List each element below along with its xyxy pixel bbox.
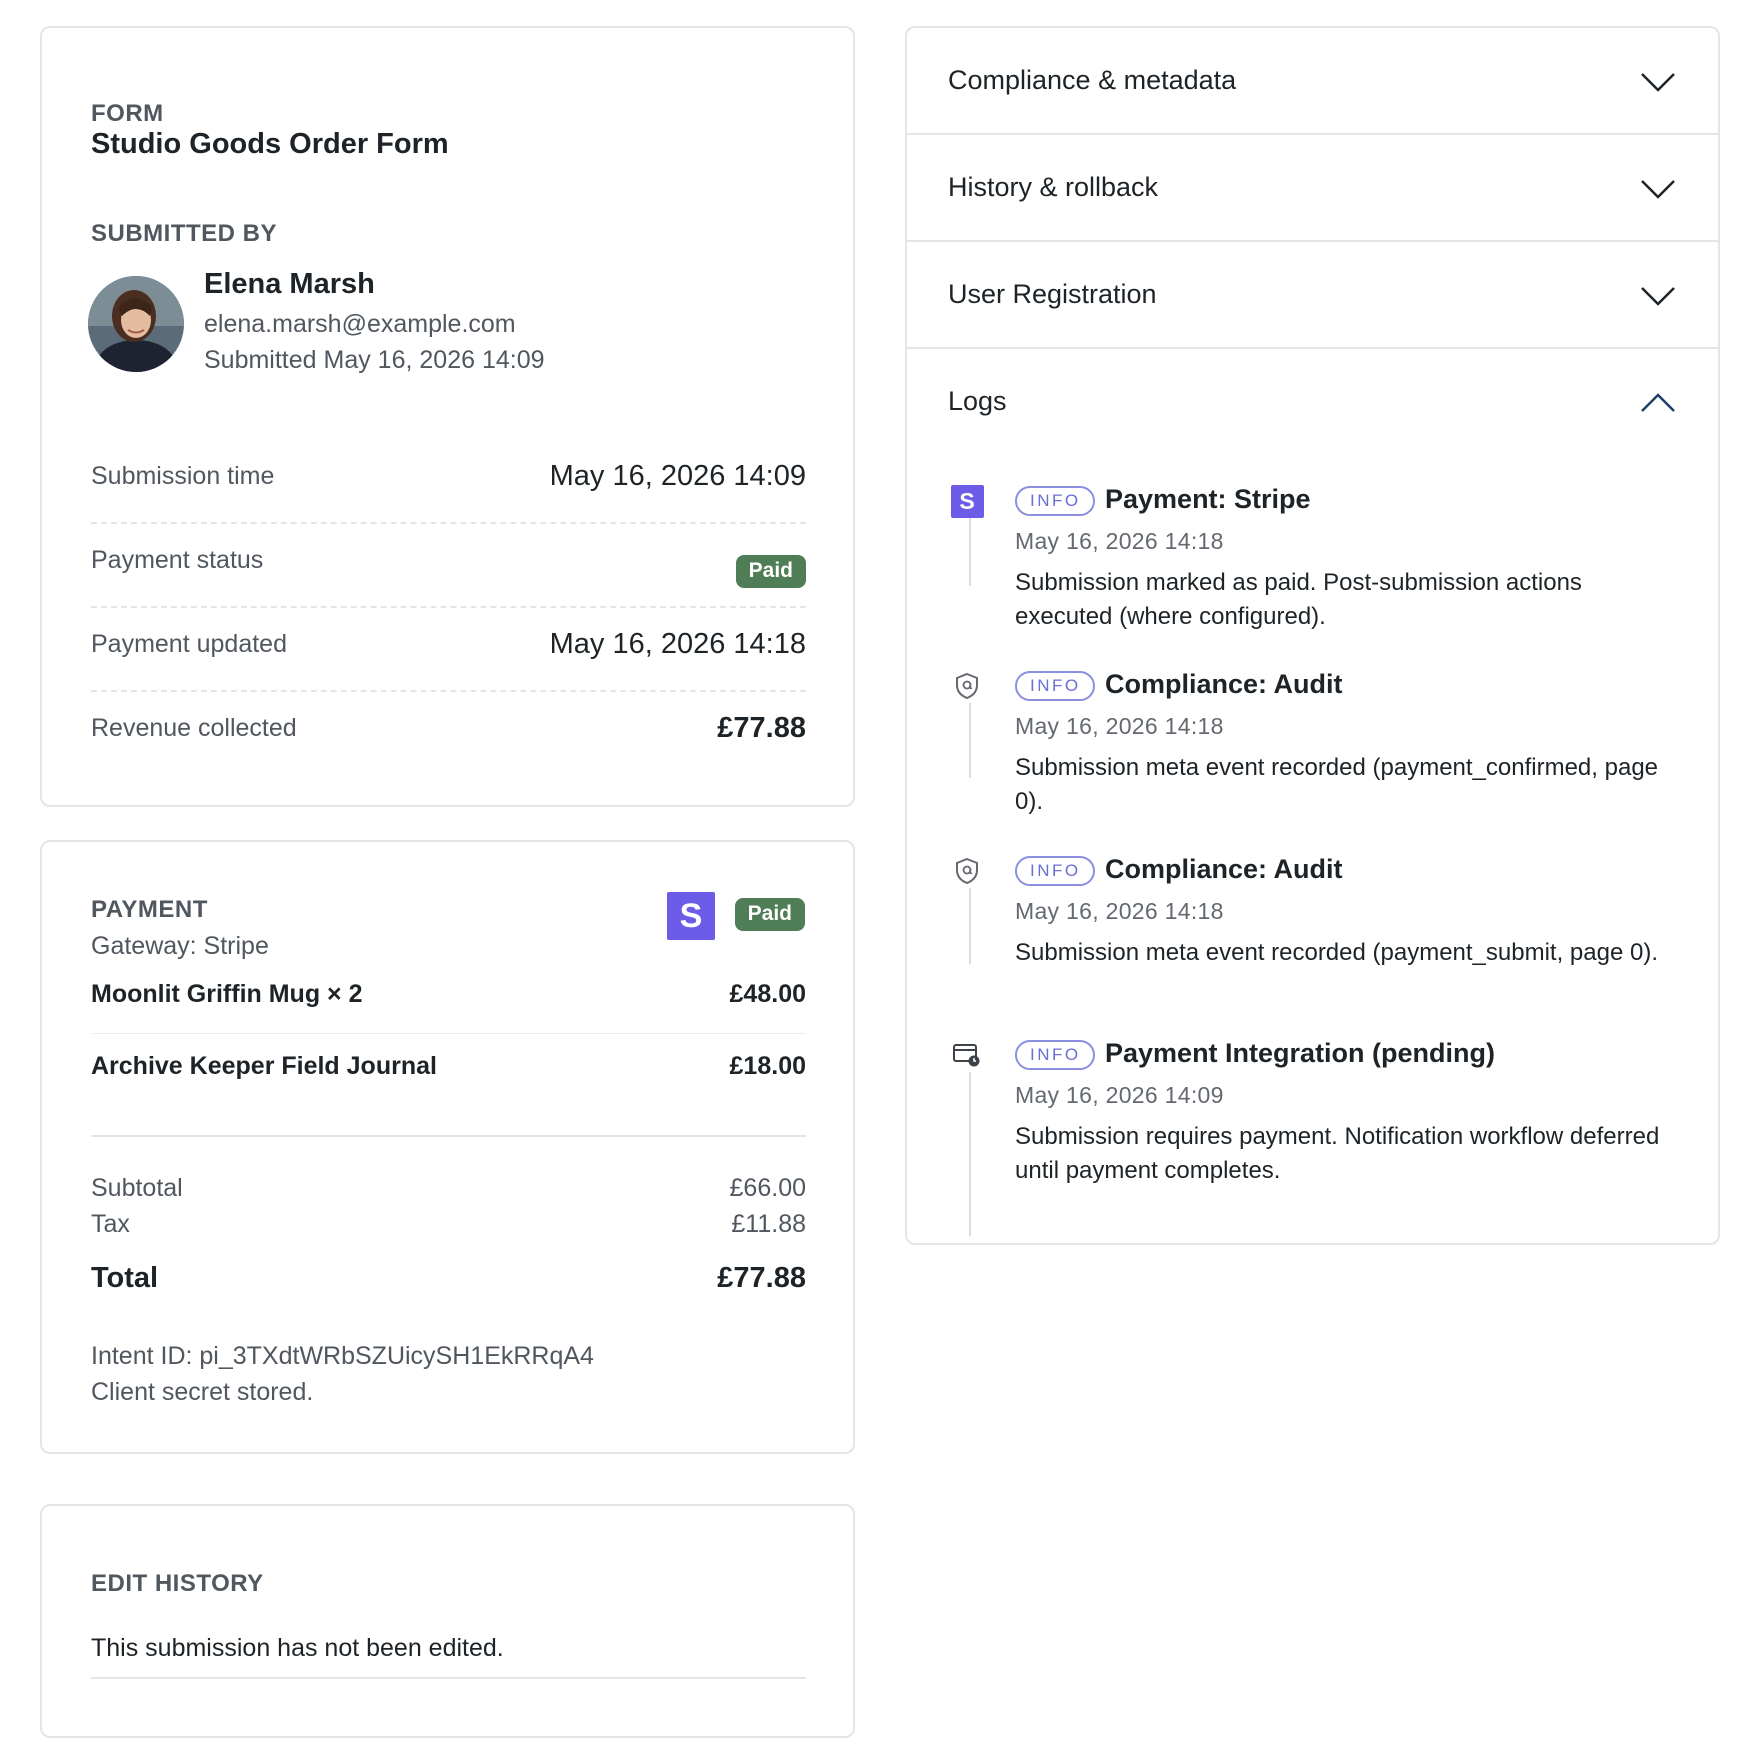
timeline-rail [969, 884, 971, 964]
item-price: £48.00 [729, 980, 806, 1008]
user-submitted-time: Submitted May 16, 2026 14:09 [204, 346, 545, 374]
log-level-badge: INFO [1015, 1040, 1095, 1070]
log-title: Compliance: Audit [1105, 854, 1343, 884]
subtotal-label: Subtotal [91, 1174, 183, 1202]
submission-time-row: Submission time May 16, 2026 14:09 [91, 440, 806, 524]
revenue-collected-row: Revenue collected £77.88 [91, 692, 806, 776]
row-label: Submission time [91, 462, 275, 490]
stripe-logo-icon: S [667, 892, 715, 940]
form-summary-card: FORM Studio Goods Order Form SUBMITTED B… [40, 26, 855, 807]
user-name: Elena Marsh [204, 268, 375, 300]
timeline-rail [969, 1068, 971, 1236]
form-label: FORM [91, 100, 164, 127]
subtotal-row: Subtotal £66.00 [91, 1174, 806, 1203]
log-title: Payment: Stripe [1105, 484, 1311, 514]
subtotal-value: £66.00 [729, 1174, 806, 1202]
log-description: Submission meta event recorded (payment_… [1015, 939, 1658, 966]
row-value: £77.88 [717, 712, 806, 744]
form-title: Studio Goods Order Form [91, 128, 449, 160]
accordion-title: History & rollback [948, 172, 1159, 202]
shield-icon [950, 669, 984, 703]
item-name: Archive Keeper Field Journal [91, 1052, 437, 1080]
client-secret-note: Client secret stored. [91, 1378, 314, 1406]
log-level-badge: INFO [1015, 486, 1095, 516]
accordion-title: User Registration [948, 279, 1157, 309]
log-title: Compliance: Audit [1105, 669, 1343, 699]
status-badge: Paid [735, 552, 806, 588]
total-label: Total [91, 1262, 159, 1294]
accordion-panel: Compliance & metadata History & rollback… [905, 26, 1720, 1245]
payment-status-row: Payment status Paid [91, 524, 806, 608]
row-label: Revenue collected [91, 714, 297, 742]
tax-row: Tax £11.88 [91, 1210, 806, 1239]
submitted-by-label: SUBMITTED BY [91, 220, 277, 247]
payment-card: PAYMENT Gateway: Stripe S Paid Moonlit G… [40, 840, 855, 1454]
accordion-logs[interactable]: Logs [907, 349, 1718, 456]
log-time: May 16, 2026 14:18 [1015, 713, 1224, 739]
tax-value: £11.88 [731, 1210, 806, 1238]
log-description: Submission requires payment. Notificatio… [1015, 1123, 1660, 1184]
chevron-down-icon [1641, 287, 1675, 306]
accordion-title: Logs [948, 386, 1007, 416]
log-time: May 16, 2026 14:18 [1015, 898, 1224, 924]
item-name: Moonlit Griffin Mug × 2 [91, 980, 363, 1008]
gateway-text: Gateway: Stripe [91, 932, 269, 960]
timeline-rail [969, 514, 971, 586]
accordion-user-registration[interactable]: User Registration [907, 242, 1718, 349]
row-value: May 16, 2026 14:18 [549, 628, 806, 660]
log-level-badge: INFO [1015, 671, 1095, 701]
accordion-compliance-metadata[interactable]: Compliance & metadata [907, 28, 1718, 135]
payment-label: PAYMENT [91, 896, 208, 923]
accordion-title: Compliance & metadata [948, 65, 1237, 95]
card-clock-icon [950, 1038, 984, 1072]
row-label: Payment updated [91, 630, 287, 658]
timeline-rail [969, 698, 971, 778]
log-description: Submission marked as paid. Post-submissi… [1015, 569, 1582, 630]
accordion-history-rollback[interactable]: History & rollback [907, 135, 1718, 242]
chevron-down-icon [1641, 180, 1675, 199]
chevron-down-icon [1641, 73, 1675, 92]
chevron-up-icon [1641, 393, 1675, 412]
row-value: May 16, 2026 14:09 [549, 460, 806, 492]
payment-updated-row: Payment updated May 16, 2026 14:18 [91, 608, 806, 692]
log-description: Submission meta event recorded (payment_… [1015, 754, 1659, 815]
divider [91, 1135, 806, 1137]
line-item: Archive Keeper Field Journal £18.00 [91, 1034, 806, 1106]
row-label: Payment status [91, 546, 264, 574]
log-title: Payment Integration (pending) [1105, 1038, 1496, 1068]
status-badge: Paid [734, 898, 805, 931]
item-price: £18.00 [729, 1052, 806, 1080]
avatar [88, 276, 184, 372]
log-time: May 16, 2026 14:18 [1015, 528, 1224, 554]
shield-icon [950, 854, 984, 888]
log-time: May 16, 2026 14:09 [1015, 1082, 1224, 1108]
total-value: £77.88 [717, 1262, 806, 1294]
tax-label: Tax [91, 1210, 130, 1238]
edit-history-card: EDIT HISTORY This submission has not bee… [40, 1504, 855, 1738]
line-item: Moonlit Griffin Mug × 2 £48.00 [91, 962, 806, 1034]
intent-id: Intent ID: pi_3TXdtWRbSZUicySH1EkRRqA4 [91, 1342, 594, 1370]
edit-history-text: This submission has not been edited. [91, 1634, 806, 1679]
user-email: elena.marsh@example.com [204, 310, 516, 338]
stripe-logo-icon: S [950, 484, 984, 518]
total-row: Total £77.88 [91, 1262, 806, 1295]
edit-history-label: EDIT HISTORY [91, 1570, 264, 1597]
log-level-badge: INFO [1015, 856, 1095, 886]
